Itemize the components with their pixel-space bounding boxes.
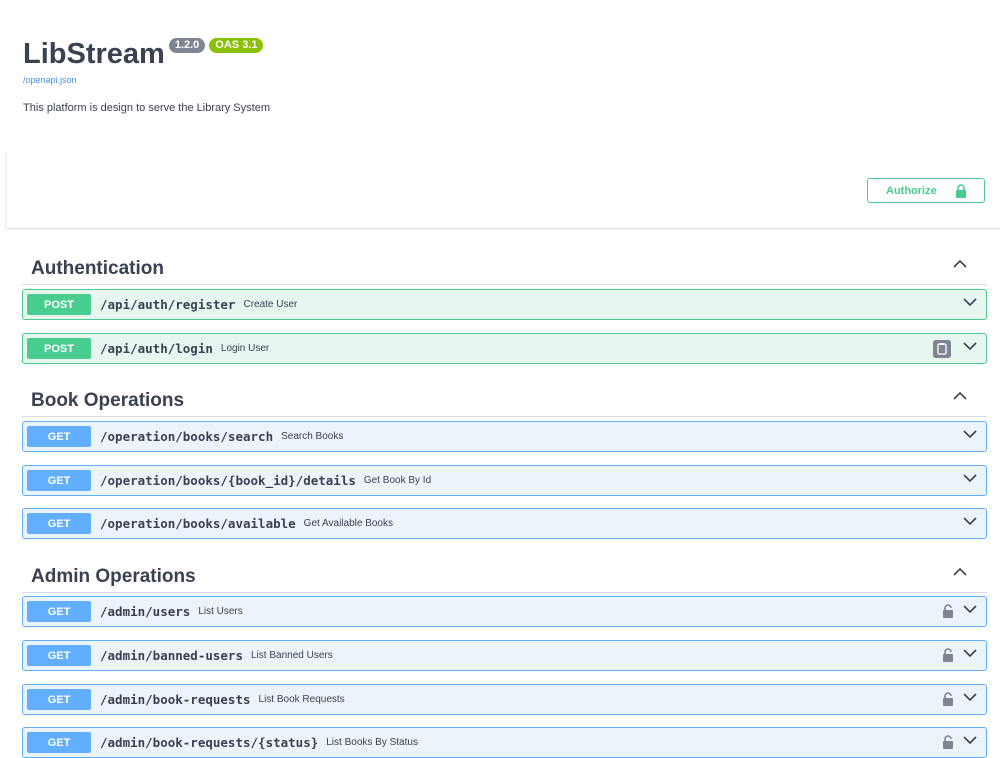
section-admin-operations: Admin Operations [22,560,987,593]
operation-summary: Get Available Books [303,518,393,529]
section-header[interactable]: Authentication [22,252,987,285]
chevron-down-icon[interactable] [963,736,977,745]
method-badge: POST [27,338,91,359]
lock-icon[interactable] [942,604,954,618]
lock-icon[interactable] [942,692,954,706]
operation-summary: Get Book By Id [363,475,432,486]
chevron-up-icon[interactable] [953,567,967,576]
operation-row[interactable]: GET /admin/book-requests List Book Reque… [22,684,987,715]
operation-path: /admin/book-requests [100,692,251,707]
version-badge: 1.2.0 [168,38,206,53]
copy-icon[interactable] [933,340,951,358]
operation-path: /api/auth/register [100,297,236,312]
section-title: Admin Operations [31,566,196,587]
section-authentication: Authentication [22,252,987,285]
section-book-operations: Book Operations [22,384,987,417]
method-badge: POST [27,294,91,315]
method-badge: GET [27,645,91,666]
method-badge: GET [27,513,91,534]
operation-path: /admin/banned-users [100,648,243,663]
api-description: This platform is design to serve the Lib… [23,102,270,114]
operation-row[interactable]: POST /api/auth/register Create User [22,289,987,320]
operation-path: /api/auth/login [100,341,213,356]
operation-summary: Create User [243,299,298,310]
api-title: LibStream [23,38,165,70]
operation-row[interactable]: POST /api/auth/login Login User [22,333,987,364]
operation-row[interactable]: GET /admin/book-requests/{status} List B… [22,727,987,758]
section-title: Authentication [31,258,164,279]
operation-row[interactable]: GET /admin/banned-users List Banned User… [22,640,987,671]
lock-icon[interactable] [942,648,954,662]
operation-row[interactable]: GET /operation/books/available Get Avail… [22,508,987,539]
section-header[interactable]: Admin Operations [22,560,987,593]
chevron-up-icon[interactable] [953,259,967,268]
authorize-button[interactable]: Authorize [867,178,985,203]
method-badge: GET [27,470,91,491]
chevron-down-icon[interactable] [963,517,977,526]
scheme-container [6,152,1000,228]
openapi-spec-link[interactable]: /openapi.json [23,75,77,85]
operation-row[interactable]: GET /operation/books/search Search Books [22,421,987,452]
operation-path: /operation/books/{book_id}/details [100,473,356,488]
chevron-down-icon[interactable] [963,342,977,351]
operation-summary: Search Books [281,431,344,442]
section-title: Book Operations [31,390,185,411]
chevron-down-icon[interactable] [963,430,977,439]
operation-row[interactable]: GET /operation/books/{book_id}/details G… [22,465,987,496]
operation-summary: List Books By Status [326,737,418,748]
chevron-down-icon[interactable] [963,474,977,483]
authorize-label: Authorize [886,184,937,197]
oas-badge: OAS 3.1 [209,38,264,53]
operation-path: /operation/books/available [100,516,296,531]
chevron-down-icon[interactable] [963,298,977,307]
operation-path: /admin/book-requests/{status} [100,735,319,750]
chevron-down-icon[interactable] [963,649,977,658]
api-info: LibStream 1.2.0 OAS 3.1 [23,34,264,74]
method-badge: GET [27,601,91,622]
section-header[interactable]: Book Operations [22,384,987,417]
operation-row[interactable]: GET /admin/users List Users [22,596,987,627]
chevron-down-icon[interactable] [963,605,977,614]
lock-icon [956,184,966,198]
method-badge: GET [27,426,91,447]
operation-summary: List Book Requests [258,694,345,705]
chevron-down-icon[interactable] [963,693,977,702]
chevron-up-icon[interactable] [953,391,967,400]
operation-summary: Login User [220,343,270,354]
operation-summary: List Users [198,606,243,617]
operation-summary: List Banned Users [251,650,333,661]
operation-path: /admin/users [100,604,191,619]
method-badge: GET [27,689,91,710]
lock-icon[interactable] [942,735,954,749]
operation-path: /operation/books/search [100,429,274,444]
